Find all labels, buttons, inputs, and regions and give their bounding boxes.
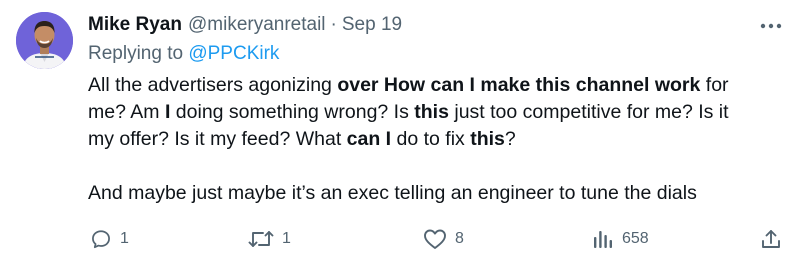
more-dots-icon	[760, 23, 782, 29]
heart-icon	[424, 229, 446, 249]
like-count: 8	[455, 230, 464, 247]
retweet-icon	[248, 231, 274, 247]
like-button[interactable]: 8	[423, 226, 464, 252]
tweet-header: Mike Ryan @mikeryanretail · Sep 19	[88, 12, 402, 38]
reply-button[interactable]: 1	[90, 226, 129, 252]
replying-handle-link[interactable]: @PPCKirk	[188, 43, 279, 64]
tweet-line: my offer? Is it my feed? What can I do t…	[88, 128, 516, 150]
reply-icon	[92, 230, 110, 249]
author-handle[interactable]: @mikeryanretail	[188, 14, 326, 36]
author-name[interactable]: Mike Ryan	[88, 14, 182, 36]
tweet-line: And maybe just maybe it’s an exec tellin…	[88, 182, 697, 204]
retweet-count: 1	[282, 230, 291, 247]
share-icon	[762, 230, 780, 248]
tweet-line: me? Am I doing something wrong? Is this …	[88, 101, 729, 123]
tweet-text: All the advertisers agonizing over How c…	[88, 72, 788, 207]
share-button[interactable]	[760, 226, 782, 252]
retweet-button[interactable]: 1	[248, 226, 291, 252]
tweet-line: All the advertisers agonizing over How c…	[88, 74, 729, 96]
tweet-date[interactable]: Sep 19	[342, 14, 402, 36]
replying-prefix: Replying to	[88, 43, 189, 64]
replying-to: Replying to @PPCKirk	[88, 43, 279, 65]
views-icon	[594, 231, 612, 248]
reply-count: 1	[120, 230, 129, 247]
more-options-button[interactable]	[756, 14, 786, 38]
profile-photo	[16, 12, 73, 69]
action-bar: 1 1 8 658	[0, 226, 800, 252]
separator-dot: ·	[330, 14, 337, 35]
avatar[interactable]	[16, 12, 73, 69]
views-button[interactable]: 658	[592, 226, 649, 252]
views-count: 658	[622, 230, 649, 247]
